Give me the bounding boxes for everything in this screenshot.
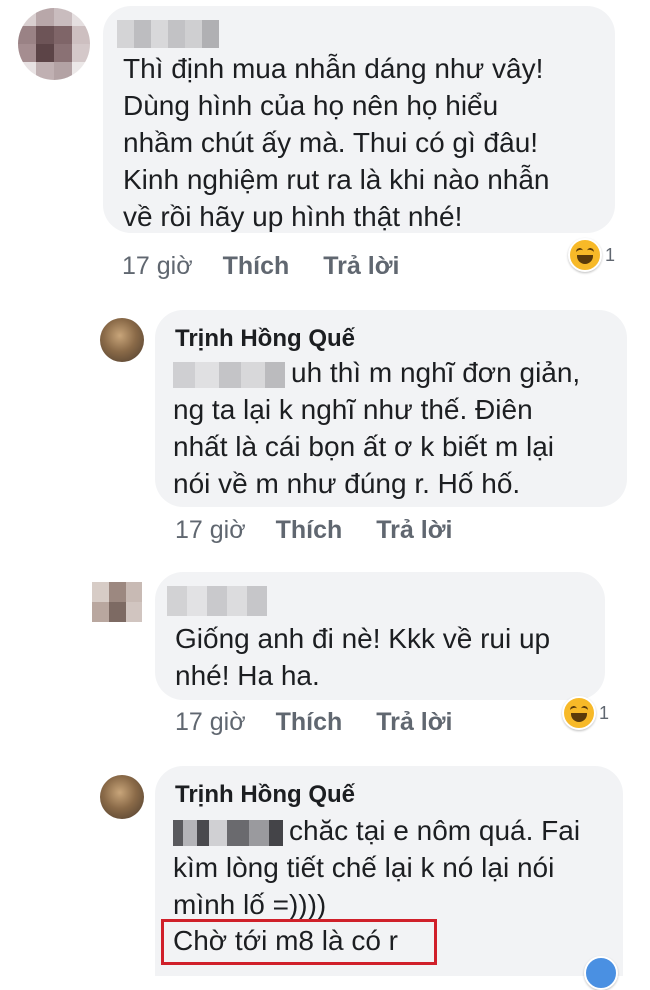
timestamp[interactable]: 17 giờ	[175, 516, 246, 545]
author-name[interactable]: Trịnh Hồng Quế	[175, 780, 355, 810]
reply-link[interactable]: Trả lời	[376, 708, 452, 737]
like-link[interactable]: Thích	[223, 252, 290, 281]
comment-actions: 17 giờ Thích Trả lời	[175, 708, 452, 737]
comment-bubble: Thì định mua nhẫn dáng như vây! Dùng hìn…	[103, 6, 615, 233]
author-name[interactable]: Trịnh Hồng Quế	[175, 324, 355, 354]
highlighted-comment-line: Chờ tới m8 là có r	[173, 925, 398, 956]
laughing-emoji-icon	[562, 696, 596, 730]
avatar-pixelated[interactable]	[18, 8, 90, 80]
reaction-count[interactable]: 1	[562, 696, 609, 730]
reaction-count[interactable]: 1	[568, 238, 615, 272]
comment-text: chăc tại e nôm quá. Fai kìm lòng tiết ch…	[173, 815, 581, 920]
timestamp[interactable]: 17 giờ	[122, 252, 193, 281]
comment-bubble: Giống anh đi nè! Kkk về rui up nhé! Ha h…	[155, 572, 605, 700]
reply-link[interactable]: Trả lời	[323, 252, 399, 281]
author-name-redacted[interactable]	[167, 586, 267, 616]
comment-text: uh thì m nghĩ đơn giản, ng ta lại k nghĩ…	[173, 357, 581, 499]
emoji-reaction-icon[interactable]	[584, 956, 618, 990]
comment-bubble: Trịnh Hồng Quế uh thì m nghĩ đơn giản, n…	[155, 310, 627, 507]
avatar[interactable]	[100, 775, 144, 819]
comment-text: Thì định mua nhẫn dáng như vây! Dùng hìn…	[123, 53, 550, 232]
reply-link[interactable]: Trả lời	[376, 516, 452, 545]
comment-text: Giống anh đi nè! Kkk về rui up nhé! Ha h…	[175, 623, 551, 691]
comment-actions: 17 giờ Thích Trả lời	[122, 252, 399, 281]
avatar[interactable]	[100, 318, 144, 362]
mention-redacted[interactable]	[173, 361, 285, 388]
like-link[interactable]: Thích	[276, 516, 343, 545]
mention-redacted[interactable]	[173, 819, 283, 846]
comment-actions: 17 giờ Thích Trả lời	[175, 516, 452, 545]
timestamp[interactable]: 17 giờ	[175, 708, 246, 737]
author-name-redacted[interactable]	[117, 20, 219, 48]
like-link[interactable]: Thích	[276, 708, 343, 737]
laughing-emoji-icon	[568, 238, 602, 272]
avatar-pixelated[interactable]	[92, 582, 142, 622]
